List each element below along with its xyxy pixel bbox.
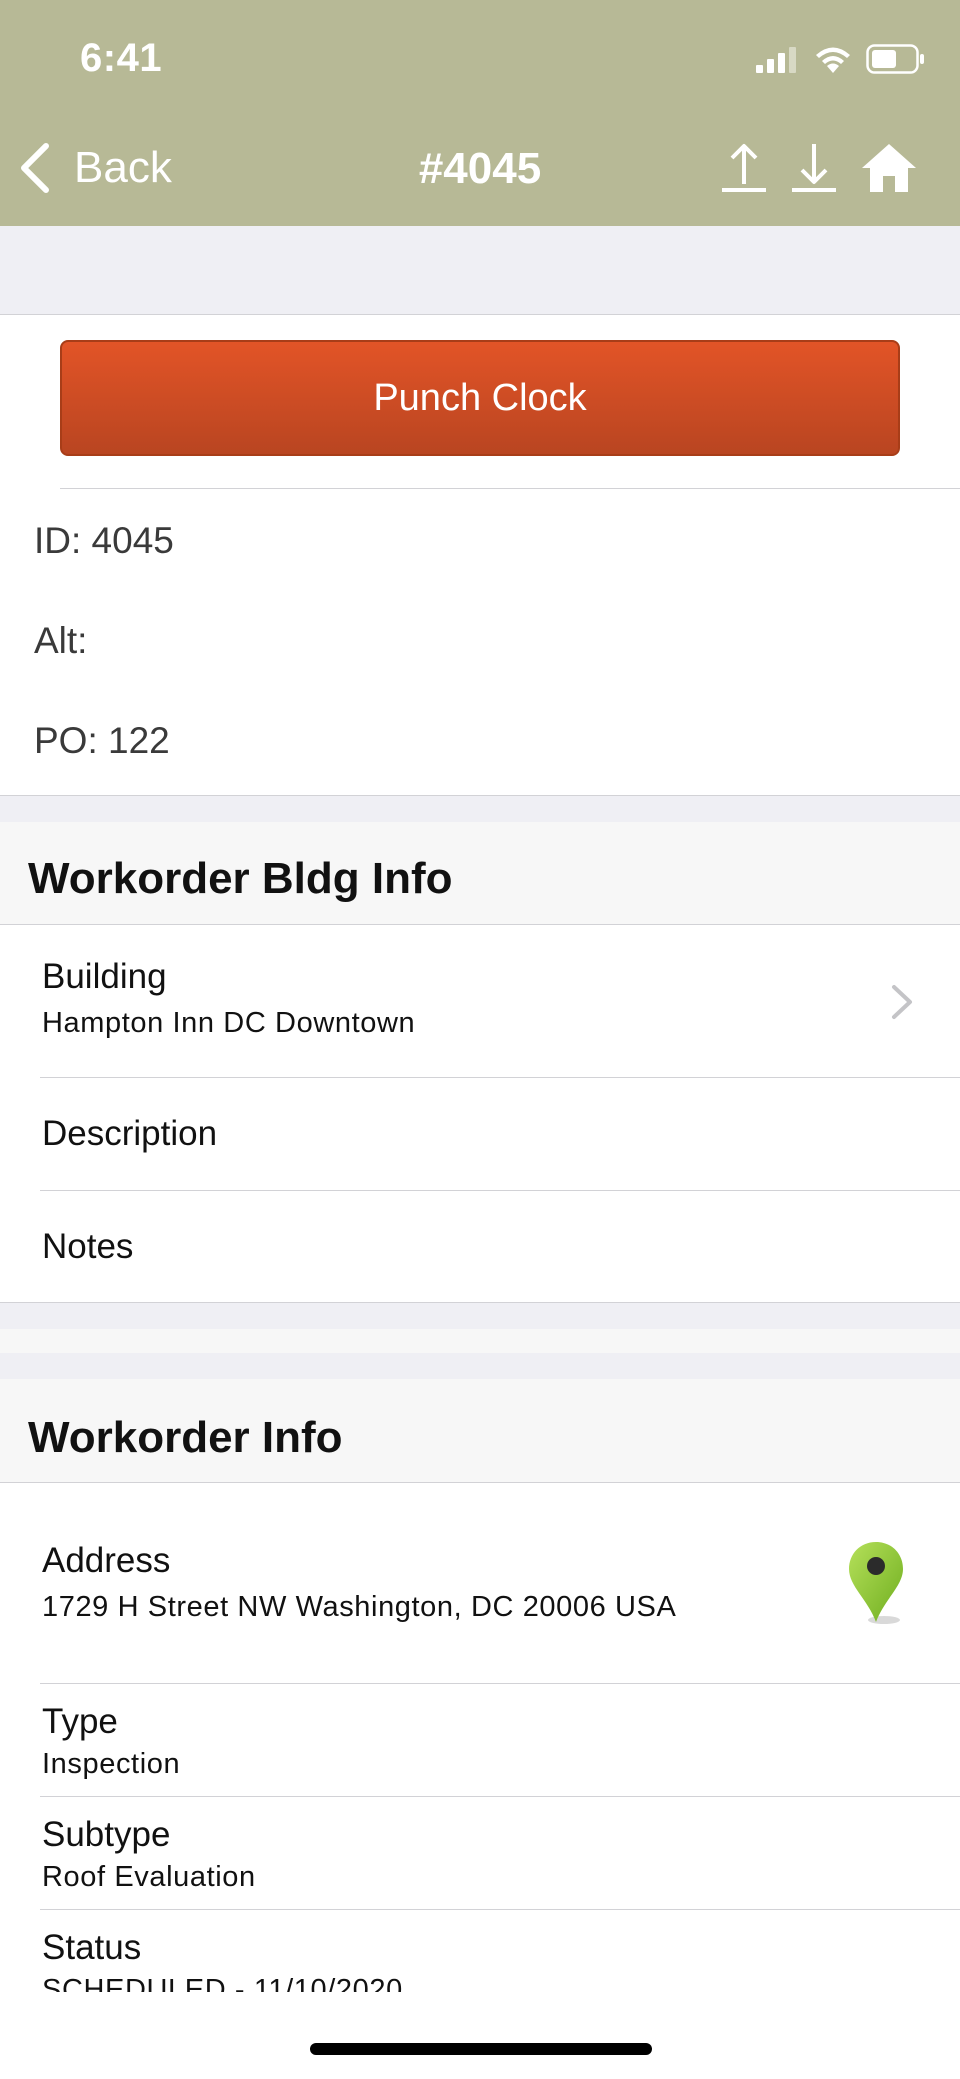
status-row: Status SCHEDULED - 11/10/2020	[0, 1910, 960, 1992]
building-row[interactable]: Building Hampton Inn DC Downtown	[0, 925, 960, 1077]
status-icons	[756, 42, 926, 76]
description-label: Description	[42, 1114, 218, 1153]
status-label: Status	[42, 1928, 142, 1967]
notes-label: Notes	[42, 1227, 134, 1266]
section-spacer	[0, 1329, 960, 1353]
section-spacer	[0, 1353, 960, 1379]
home-indicator[interactable]	[310, 2043, 652, 2055]
address-row[interactable]: Address 1729 H Street NW Washington, DC …	[0, 1483, 960, 1683]
building-label: Building	[42, 957, 167, 996]
subtype-value: Roof Evaluation	[42, 1861, 256, 1893]
divider	[0, 314, 960, 315]
battery-icon	[866, 44, 924, 74]
subtype-row: Subtype Roof Evaluation	[0, 1797, 960, 1909]
header-bar: 6:41 Back #4045	[0, 0, 960, 226]
type-value: Inspection	[42, 1748, 181, 1780]
home-icon[interactable]	[860, 142, 918, 194]
top-spacer	[0, 226, 960, 314]
map-pin-icon[interactable]	[846, 1540, 912, 1626]
subtype-label: Subtype	[42, 1815, 171, 1854]
notes-row[interactable]: Notes	[0, 1191, 960, 1303]
wifi-icon	[816, 47, 850, 73]
workorder-po: PO: 122	[34, 720, 170, 761]
divider	[60, 488, 960, 489]
bldg-section-header: Workorder Bldg Info	[0, 822, 960, 924]
type-label: Type	[42, 1702, 118, 1741]
address-value: 1729 H Street NW Washington, DC 20006 US…	[42, 1591, 677, 1623]
building-value: Hampton Inn DC Downtown	[42, 1007, 416, 1039]
bldg-section-title: Workorder Bldg Info	[28, 854, 453, 903]
wo-section-title: Workorder Info	[28, 1413, 343, 1462]
punch-clock-button[interactable]: Punch Clock	[60, 340, 900, 456]
download-icon[interactable]	[790, 142, 838, 194]
signal-icon	[756, 47, 796, 73]
status-value: SCHEDULED - 11/10/2020	[42, 1974, 403, 1992]
chevron-right-icon	[892, 985, 912, 1019]
status-time: 6:41	[80, 36, 163, 80]
section-spacer	[0, 796, 960, 822]
description-row[interactable]: Description	[0, 1078, 960, 1190]
address-label: Address	[42, 1541, 171, 1580]
workorder-alt: Alt:	[34, 620, 88, 661]
type-row: Type Inspection	[0, 1684, 960, 1796]
upload-icon[interactable]	[720, 142, 768, 194]
wo-section-header: Workorder Info	[0, 1379, 960, 1482]
nav-actions	[720, 142, 918, 194]
section-spacer	[0, 1303, 960, 1329]
workorder-id: ID: 4045	[34, 520, 174, 561]
